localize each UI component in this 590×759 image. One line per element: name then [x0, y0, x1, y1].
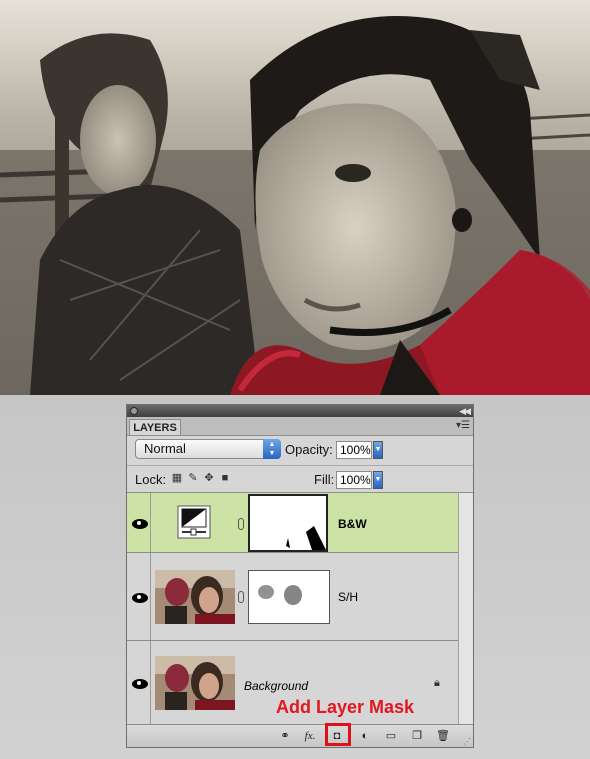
layer-mask-thumbnail[interactable] [248, 570, 330, 624]
opacity-label: Opacity: [285, 442, 333, 457]
trash-icon[interactable]: 🗑︎ [435, 728, 451, 744]
opacity-dropdown-icon[interactable]: ▼ [373, 441, 383, 459]
layer-lock-icon: 🔒︎ [434, 677, 440, 689]
photo-canvas [0, 0, 590, 395]
visibility-eye-icon[interactable] [127, 641, 151, 725]
panel-menu-icon[interactable]: ▾☰ [456, 419, 470, 433]
fill-label: Fill: [314, 472, 335, 487]
layer-row-bw[interactable]: B&W [127, 493, 460, 553]
lock-label: Lock: [135, 472, 167, 487]
adjustment-layer-icon [177, 505, 211, 539]
lock-transparency-icon[interactable]: ▦ [171, 472, 183, 484]
layer-mask-thumbnail[interactable] [248, 494, 328, 552]
opacity-field[interactable]: 100% [336, 441, 372, 459]
panel-tab-row: LAYERS ▾☰ [127, 417, 473, 436]
layer-name[interactable]: S/H [338, 590, 358, 604]
layer-thumbnail [155, 570, 235, 624]
panel-titlebar[interactable]: ◀◀ [127, 405, 473, 417]
resize-grip-icon[interactable]: ⋰ [463, 737, 471, 746]
layer-name[interactable]: Background [244, 679, 308, 693]
mask-link-icon[interactable] [238, 591, 244, 603]
panel-bottom-bar: ⚭ fx. ◘ ◐ ▭ ❐ 🗑︎ ⋰ [127, 724, 473, 747]
link-layers-icon[interactable]: ⚭ [277, 728, 293, 744]
fill-field[interactable]: 100% [336, 471, 372, 489]
select-arrows-icon: ▲ ▼ [263, 439, 281, 459]
visibility-eye-icon[interactable] [127, 493, 151, 552]
annotation-label: Add Layer Mask [276, 697, 415, 717]
fx-icon[interactable]: fx. [302, 728, 318, 744]
layers-scrollbar[interactable] [458, 493, 473, 725]
visibility-eye-icon[interactable] [127, 553, 151, 640]
new-layer-icon[interactable]: ❐ [409, 728, 425, 744]
lock-position-icon[interactable]: ✥ [203, 472, 215, 484]
collapse-icon[interactable]: ◀◀ [459, 405, 471, 417]
layer-thumbnail [155, 656, 235, 710]
annotation-highlight [325, 723, 351, 746]
lock-all-icon[interactable]: ■ [219, 472, 231, 484]
mask-link-icon[interactable] [238, 518, 244, 530]
blend-mode-select[interactable]: Normal ▲ ▼ [135, 439, 281, 459]
blend-opacity-row: Normal ▲ ▼ Opacity: 100% ▼ [127, 435, 473, 465]
tab-layers[interactable]: LAYERS [129, 419, 181, 435]
close-panel-button[interactable] [130, 407, 138, 415]
lock-image-icon[interactable]: ✎ [187, 472, 199, 484]
lock-fill-row: Lock: ▦ ✎ ✥ ■ Fill: 100% ▼ [127, 466, 473, 492]
layer-name[interactable]: B&W [338, 517, 367, 531]
fill-dropdown-icon[interactable]: ▼ [373, 471, 383, 489]
blend-mode-value: Normal [144, 441, 186, 456]
layer-row-sh[interactable]: S/H [127, 553, 460, 641]
photo-image [0, 0, 590, 395]
new-group-icon[interactable]: ▭ [383, 728, 399, 744]
adjustment-layer-icon[interactable]: ◐ [357, 728, 373, 744]
